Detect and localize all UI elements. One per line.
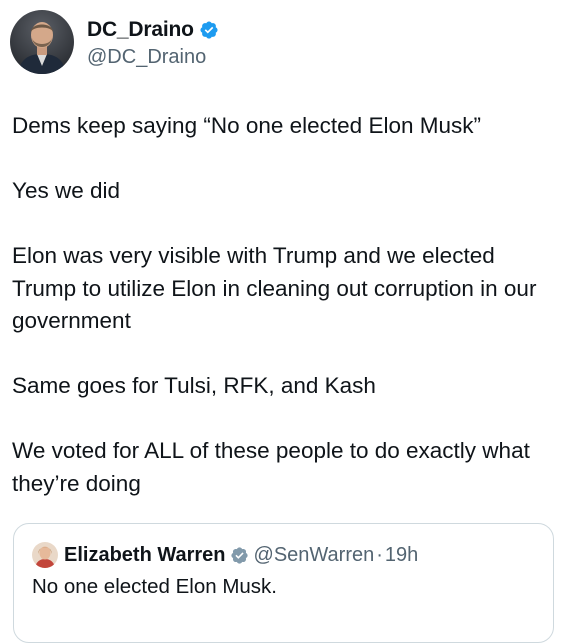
tweet-paragraph: Elon was very visible with Trump and we … — [12, 243, 543, 333]
tweet-paragraph: Dems keep saying “No one elected Elon Mu… — [12, 113, 481, 138]
quoted-tweet-text: No one elected Elon Musk. — [32, 575, 277, 598]
quoted-author-avatar[interactable] — [32, 542, 58, 568]
verified-badge-icon — [230, 546, 249, 565]
author-names: DC_Draino @DC_Draino — [87, 16, 219, 69]
display-name-row: DC_Draino — [87, 16, 219, 44]
tweet: DC_Draino @DC_Draino Dems keep saying “N… — [0, 0, 568, 643]
tweet-header: DC_Draino @DC_Draino — [10, 10, 219, 74]
verified-badge-icon — [199, 20, 219, 40]
avatar-photo-icon — [32, 542, 58, 568]
author-avatar[interactable] — [10, 10, 74, 74]
quoted-tweet[interactable]: Elizabeth Warren @SenWarren · 19h No one… — [13, 523, 554, 643]
tweet-paragraph: Same goes for Tulsi, RFK, and Kash — [12, 373, 376, 398]
author-handle[interactable]: @DC_Draino — [87, 46, 219, 69]
quoted-author-display-name[interactable]: Elizabeth Warren — [64, 544, 226, 567]
separator-dot: · — [376, 543, 383, 566]
quoted-tweet-header: Elizabeth Warren @SenWarren · 19h — [32, 540, 418, 570]
tweet-body: Dems keep saying “No one elected Elon Mu… — [12, 110, 557, 500]
tweet-paragraph: Yes we did — [12, 178, 120, 203]
avatar-photo-icon — [10, 10, 74, 74]
author-display-name[interactable]: DC_Draino — [87, 18, 194, 42]
tweet-paragraph: We voted for ALL of these people to do e… — [12, 438, 537, 496]
quoted-tweet-timestamp[interactable]: 19h — [385, 544, 418, 567]
quoted-author-handle[interactable]: @SenWarren — [254, 544, 375, 567]
